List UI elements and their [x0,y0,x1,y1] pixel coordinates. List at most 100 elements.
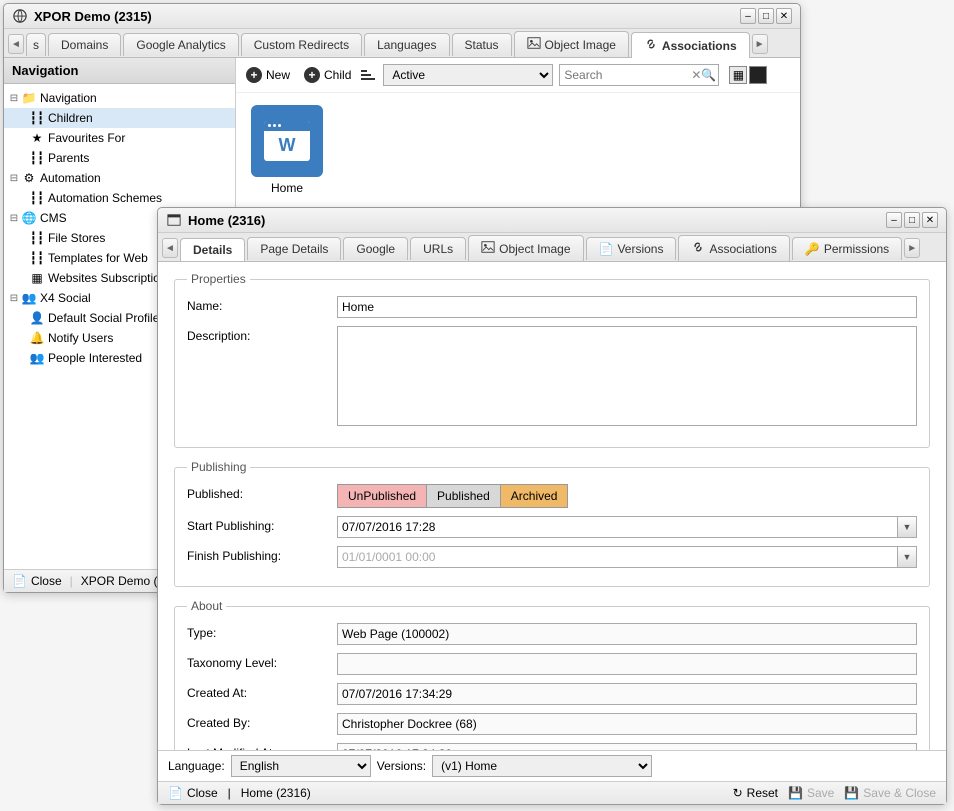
children-icon: ┇┇ [28,250,46,266]
window-title: XPOR Demo (2315) [34,9,740,24]
tree-node-children[interactable]: ┇┇Children [4,108,235,128]
tab-scroll-left[interactable]: ◄ [162,238,178,258]
webpage-icon [166,212,182,228]
new-button[interactable]: +New [242,65,294,85]
dropdown-icon[interactable]: ▼ [897,546,917,568]
tab-scroll-right[interactable]: ► [752,34,768,54]
titlebar[interactable]: XPOR Demo (2315) – □ ✕ [4,4,800,29]
close-button[interactable]: 📄 Close [12,574,62,588]
tab-google-analytics[interactable]: Google Analytics [123,33,238,56]
finish-publishing-label: Finish Publishing: [187,546,337,563]
close-button[interactable]: 📄 Close [168,786,218,800]
people-icon: 👥 [20,290,38,306]
tab-scroll-left[interactable]: ◄ [8,34,24,54]
tab-page-details[interactable]: Page Details [247,237,341,260]
webpage-icon: W [251,105,323,177]
properties-fieldset: Properties Name: Description: [174,272,930,448]
type-field [337,623,917,645]
tab-domains[interactable]: Domains [48,33,121,56]
child-button[interactable]: +Child [300,65,355,85]
start-publishing-input[interactable] [337,516,897,538]
tabbar: ◄ s Domains Google Analytics Custom Redi… [4,29,800,58]
details-panel: Properties Name: Description: Publishing… [158,262,946,750]
dropdown-icon[interactable]: ▼ [897,516,917,538]
tree-node-automation[interactable]: ⊟⚙Automation [4,168,235,188]
tabbar: ◄ Details Page Details Google URLs Objec… [158,233,946,262]
tab-languages[interactable]: Languages [364,33,449,56]
image-icon [481,240,495,257]
tab-scroll-right[interactable]: ► [904,238,920,258]
calendar-icon: ▦ [28,270,46,286]
tree-node-navigation[interactable]: ⊟📁Navigation [4,88,235,108]
archived-button[interactable]: Archived [501,484,569,508]
grid-view-button[interactable]: ▦ [729,66,747,84]
item-home[interactable]: W Home [248,105,326,195]
close-button[interactable]: ✕ [776,8,792,24]
published-button[interactable]: Published [427,484,501,508]
home-window: Home (2316) – □ ✕ ◄ Details Page Details… [157,207,947,805]
tab-status[interactable]: Status [452,33,512,56]
save-icon: 💾 [844,786,859,800]
created-at-field [337,683,917,705]
image-icon [527,36,541,53]
tab-associations[interactable]: Associations [678,235,789,261]
close-icon: 📄 [12,574,27,588]
statusbar: 📄 Close | Home (2316) ↻ Reset 💾 Save 💾 S… [158,781,946,804]
tab-versions[interactable]: 📄 Versions [586,237,677,260]
language-bar: Language: English Versions: (v1) Home [158,750,946,781]
published-segmented: UnPublished Published Archived [337,484,917,508]
minimize-button[interactable]: – [740,8,756,24]
description-textarea[interactable] [337,326,917,426]
sort-button[interactable] [361,67,377,83]
people-icon: 👥 [28,350,46,366]
tab-associations[interactable]: Associations [631,32,750,58]
clear-search-icon[interactable]: ✕ [691,68,701,82]
unpublished-button[interactable]: UnPublished [337,484,427,508]
tab-overflow[interactable]: s [26,33,46,56]
tab-google[interactable]: Google [343,237,408,260]
globe-icon: 🌐 [20,210,38,226]
bell-icon: 🔔 [28,330,46,346]
about-fieldset: About Type: Taxonomy Level: Created At: … [174,599,930,750]
close-button[interactable]: ✕ [922,212,938,228]
modified-at-field [337,743,917,750]
search-icon[interactable]: 🔍 [701,68,716,82]
tree-node-automation-schemes[interactable]: ┇┇Automation Schemes [4,188,235,208]
save-button[interactable]: 💾 Save [788,786,834,800]
tab-details[interactable]: Details [180,238,245,261]
language-select[interactable]: English [231,755,371,777]
tab-urls[interactable]: URLs [410,237,466,260]
created-by-field [337,713,917,735]
maximize-button[interactable]: □ [904,212,920,228]
window-title: Home (2316) [188,213,886,228]
tab-custom-redirects[interactable]: Custom Redirects [241,33,362,56]
filter-select[interactable]: Active [383,64,553,86]
tab-object-image[interactable]: Object Image [514,31,629,57]
list-view-button[interactable] [749,66,767,84]
breadcrumb: XPOR Demo ( [81,574,158,588]
document-icon: 📄 [599,242,614,256]
tab-permissions[interactable]: 🔑 Permissions [792,237,902,260]
maximize-button[interactable]: □ [758,8,774,24]
finish-publishing-input[interactable] [337,546,897,568]
tree-node-parents[interactable]: ┇┇Parents [4,148,235,168]
tab-object-image[interactable]: Object Image [468,235,583,261]
sidebar-header: Navigation [4,58,235,84]
star-icon: ★ [28,130,46,146]
children-icon: ┇┇ [28,230,46,246]
name-input[interactable] [337,296,917,318]
reset-button[interactable]: ↻ Reset [733,786,778,800]
start-publishing-label: Start Publishing: [187,516,337,533]
item-label: Home [248,181,326,195]
save-close-button[interactable]: 💾 Save & Close [844,786,936,800]
published-label: Published: [187,484,337,501]
minimize-button[interactable]: – [886,212,902,228]
versions-select[interactable]: (v1) Home [432,755,652,777]
children-icon: ┇┇ [28,190,46,206]
tree-node-favourites[interactable]: ★Favourites For [4,128,235,148]
titlebar[interactable]: Home (2316) – □ ✕ [158,208,946,233]
description-label: Description: [187,326,337,343]
publishing-fieldset: Publishing Published: UnPublished Publis… [174,460,930,587]
gear-icon: ⚙ [20,170,38,186]
language-label: Language: [168,759,225,773]
